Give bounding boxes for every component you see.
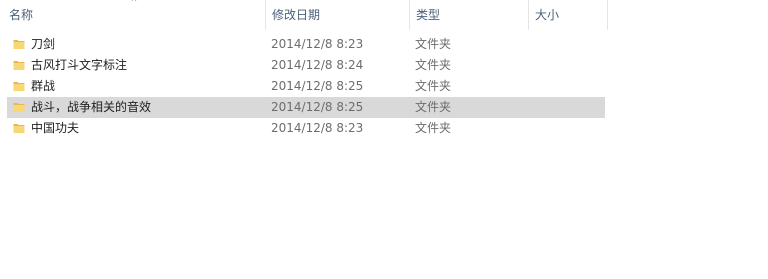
column-header-date[interactable]: 修改日期 [265,0,409,30]
folder-icon [13,40,25,49]
column-header-bar: 名称 ⌃ 修改日期 类型 大小 [0,0,768,30]
file-row[interactable]: 刀剑 2014/12/8 8:23 文件夹 [7,34,605,55]
folder-icon [13,103,25,112]
file-date: 2014/12/8 8:25 [271,100,364,114]
file-name: 战斗，战争相关的音效 [31,100,152,114]
file-row[interactable]: 中国功夫 2014/12/8 8:23 文件夹 [7,118,605,139]
sort-ascending-icon: ⌃ [129,0,139,9]
column-header-name-label: 名称 [9,8,34,22]
column-header-size[interactable]: 大小 [528,0,608,30]
file-date: 2014/12/8 8:23 [271,121,364,135]
column-header-date-label: 修改日期 [272,8,321,22]
file-name: 古风打斗文字标注 [31,58,128,72]
file-type: 文件夹 [415,58,452,72]
file-row[interactable]: 群战 2014/12/8 8:25 文件夹 [7,76,605,97]
file-type: 文件夹 [415,79,452,93]
file-date: 2014/12/8 8:23 [271,37,364,51]
file-type: 文件夹 [415,121,452,135]
file-date: 2014/12/8 8:24 [271,58,364,72]
file-name: 群战 [31,79,56,93]
file-row[interactable]: 古风打斗文字标注 2014/12/8 8:24 文件夹 [7,55,605,76]
file-name: 刀剑 [31,37,56,51]
folder-icon [13,61,25,70]
file-name: 中国功夫 [31,121,80,135]
folder-icon [13,82,25,91]
folder-icon [13,124,25,133]
file-type: 文件夹 [415,37,452,51]
column-header-type[interactable]: 类型 [409,0,528,30]
file-date: 2014/12/8 8:25 [271,79,364,93]
file-type: 文件夹 [415,100,452,114]
file-row[interactable]: 战斗，战争相关的音效 2014/12/8 8:25 文件夹 [7,97,605,118]
column-header-type-label: 类型 [416,8,441,22]
column-header-size-label: 大小 [535,8,560,22]
